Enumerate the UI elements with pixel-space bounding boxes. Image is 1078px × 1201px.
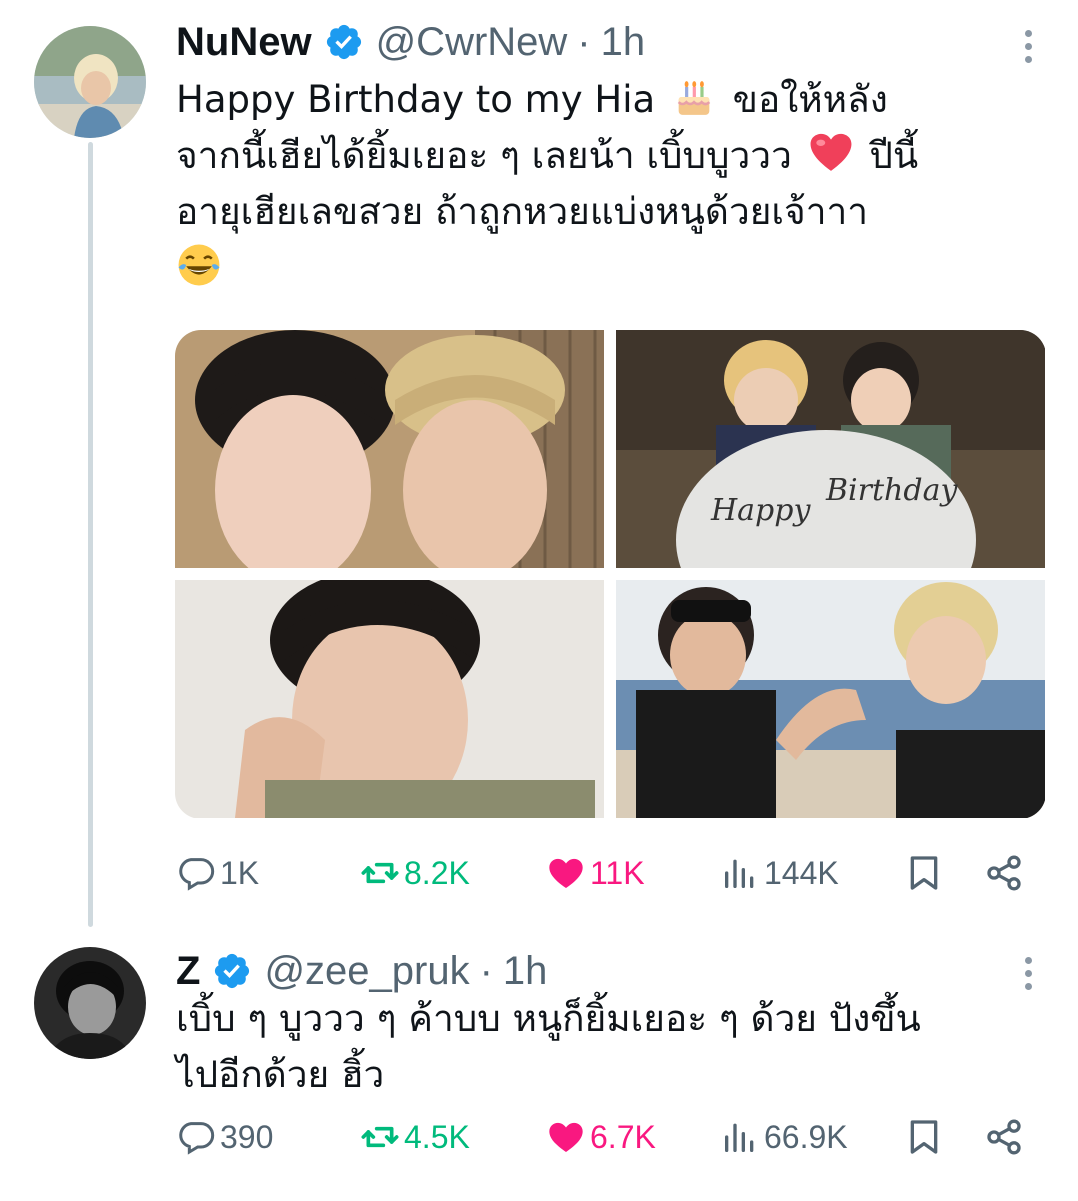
view-count: 66.9K xyxy=(764,1118,848,1155)
tweet-zee[interactable]: Z @zee_pruk · 1h เบิ้บ ๆ บูววว ๆ ค้าบบ ห… xyxy=(0,935,1078,1201)
avatar-nunew[interactable] xyxy=(34,26,146,138)
tweet-text: Happy Birthday to my Hia ขอให้หลัง จากนี… xyxy=(176,72,1036,296)
reply-count: 390 xyxy=(220,1118,274,1155)
media-grid: Happy Birthday xyxy=(175,330,1046,819)
analytics-icon xyxy=(725,1123,754,1152)
like-count: 6.7K xyxy=(590,1118,656,1155)
repost-button[interactable]: 8.2K xyxy=(360,843,470,903)
photo-4[interactable] xyxy=(616,580,1045,818)
repost-button[interactable]: 4.5K xyxy=(360,1107,470,1167)
balloon-text-happy: Happy xyxy=(710,493,811,528)
share-icon xyxy=(987,1119,1021,1155)
balloon-text-birthday: Birthday xyxy=(825,473,958,508)
reply-icon xyxy=(179,1122,215,1155)
share-icon xyxy=(987,855,1021,891)
birthday-cake-icon xyxy=(677,81,711,115)
share-button[interactable] xyxy=(984,843,1028,903)
verified-badge-icon xyxy=(215,953,250,989)
reply-button[interactable]: 1K xyxy=(176,843,259,903)
bookmark-icon xyxy=(910,856,938,890)
like-button[interactable]: 6.7K xyxy=(546,1107,656,1167)
thread-connector-line xyxy=(88,142,93,927)
photo-3[interactable] xyxy=(175,580,604,818)
timestamp[interactable]: 1h xyxy=(503,949,548,994)
separator-dot: · xyxy=(577,19,591,64)
photo-2[interactable]: Happy Birthday xyxy=(616,330,1045,568)
tweet-actions: 1K 8.2K 11K 144K xyxy=(176,843,1026,903)
reply-button[interactable]: 390 xyxy=(176,1107,273,1167)
repost-icon xyxy=(361,862,399,884)
heart-icon xyxy=(549,858,583,888)
timestamp[interactable]: 1h xyxy=(601,20,646,65)
bookmark-icon xyxy=(910,1120,938,1154)
verified-badge-icon xyxy=(326,24,361,60)
repost-count: 8.2K xyxy=(404,854,470,891)
display-name[interactable]: Z xyxy=(176,949,200,994)
red-heart-icon xyxy=(810,133,852,171)
display-name[interactable]: NuNew xyxy=(176,20,312,65)
bookmark-button[interactable] xyxy=(904,843,948,903)
repost-count: 4.5K xyxy=(404,1118,470,1155)
user-handle[interactable]: @zee_pruk xyxy=(264,949,469,994)
heart-icon xyxy=(549,1122,583,1152)
tweet-header: NuNew @CwrNew · 1h xyxy=(176,14,645,70)
reply-count: 1K xyxy=(220,854,260,891)
views-button[interactable]: 66.9K xyxy=(720,1107,848,1167)
tweet-nunew[interactable]: NuNew @CwrNew · 1h Happy Birthday to my … xyxy=(0,0,1078,935)
more-options-icon[interactable] xyxy=(1022,30,1034,63)
repost-icon xyxy=(361,1126,399,1148)
share-button[interactable] xyxy=(984,1107,1028,1167)
views-button[interactable]: 144K xyxy=(720,843,839,903)
bookmark-button[interactable] xyxy=(904,1107,948,1167)
more-options-icon[interactable] xyxy=(1022,957,1034,990)
tears-of-joy-icon xyxy=(178,244,220,286)
analytics-icon xyxy=(725,859,754,888)
tweet-text: เบิ้บ ๆ บูววว ๆ ค้าบบ หนูก็ยิ้มเยอะ ๆ ด้… xyxy=(176,997,921,1096)
user-handle[interactable]: @CwrNew xyxy=(376,20,568,65)
like-count: 11K xyxy=(590,854,645,891)
photo-1[interactable] xyxy=(175,330,604,568)
separator-dot: · xyxy=(479,948,493,993)
tweet-actions: 390 4.5K 6.7K 66.9K xyxy=(176,1107,1026,1167)
reply-icon xyxy=(179,858,215,891)
like-button[interactable]: 11K xyxy=(546,843,645,903)
avatar-zee[interactable] xyxy=(34,947,146,1059)
view-count: 144K xyxy=(764,854,839,891)
